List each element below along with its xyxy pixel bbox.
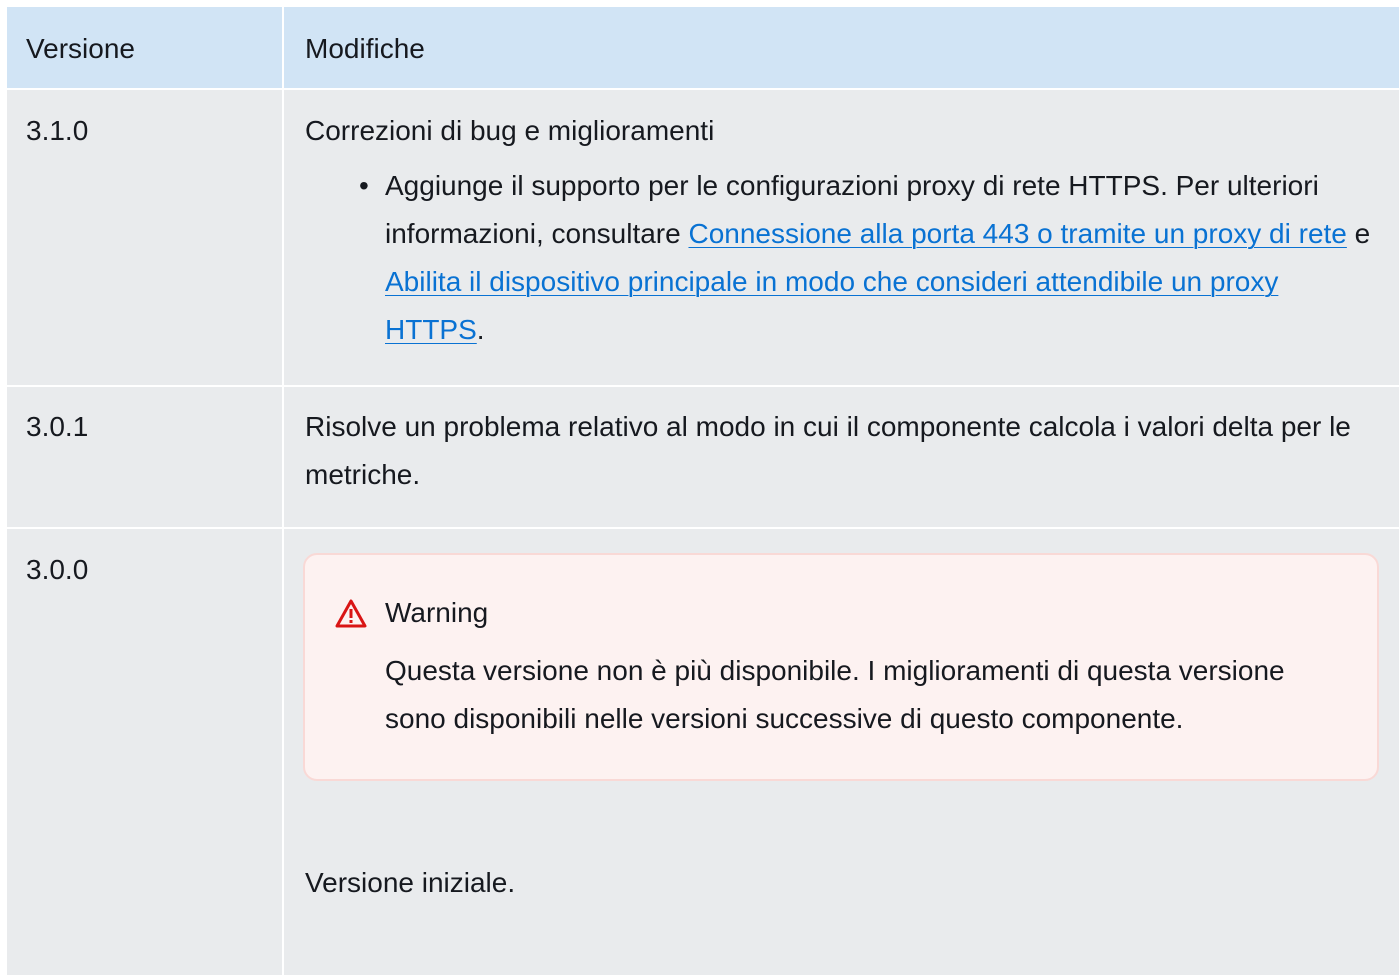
changes-cell: Correzioni di bug e miglioramenti • Aggi… [283, 88, 1399, 386]
version-cell: 3.0.1 [7, 385, 284, 528]
change-list: • Aggiunge il supporto per le configuraz… [305, 162, 1385, 354]
change-summary: Correzioni di bug e miglioramenti [305, 115, 715, 146]
warning-alert: Warning Questa versione non è più dispon… [303, 553, 1379, 781]
link-connect-port-443[interactable]: Connessione alla porta 443 o tramite un … [688, 218, 1346, 249]
table-row: 3.0.0 Warning Questa versione non è più … [7, 527, 1399, 975]
warning-triangle-icon [335, 597, 367, 629]
bullet-icon: • [359, 170, 369, 201]
changes-cell: Risolve un problema relativo al modo in … [283, 385, 1399, 528]
table-header-row: Versione Modifiche [7, 7, 1399, 89]
link-trust-https-proxy[interactable]: Abilita il dispositivo principale in mod… [385, 266, 1278, 345]
warning-body: Questa versione non è più disponibile. I… [385, 655, 1285, 734]
change-summary: Risolve un problema relativo al modo in … [305, 411, 1351, 490]
warning-header: Warning [335, 589, 1347, 637]
bullet-text-between: e [1346, 218, 1371, 249]
header-version: Versione [7, 7, 284, 89]
changes-cell: Warning Questa versione non è più dispon… [283, 527, 1399, 975]
table-row: 3.0.1 Risolve un problema relativo al mo… [7, 385, 1399, 528]
change-summary: Versione iniziale. [305, 867, 516, 898]
version-cell: 3.1.0 [7, 88, 284, 386]
warning-title: Warning [385, 597, 489, 628]
header-changes: Modifiche [283, 7, 1399, 89]
table-row: 3.1.0 Correzioni di bug e miglioramenti … [7, 88, 1399, 386]
bullet-text-after: . [476, 314, 485, 345]
changelog-table: Versione Modifiche 3.1.0 Correzioni di b… [7, 7, 1399, 975]
version-cell: 3.0.0 [7, 527, 284, 975]
list-item: • Aggiunge il supporto per le configuraz… [359, 162, 1385, 354]
